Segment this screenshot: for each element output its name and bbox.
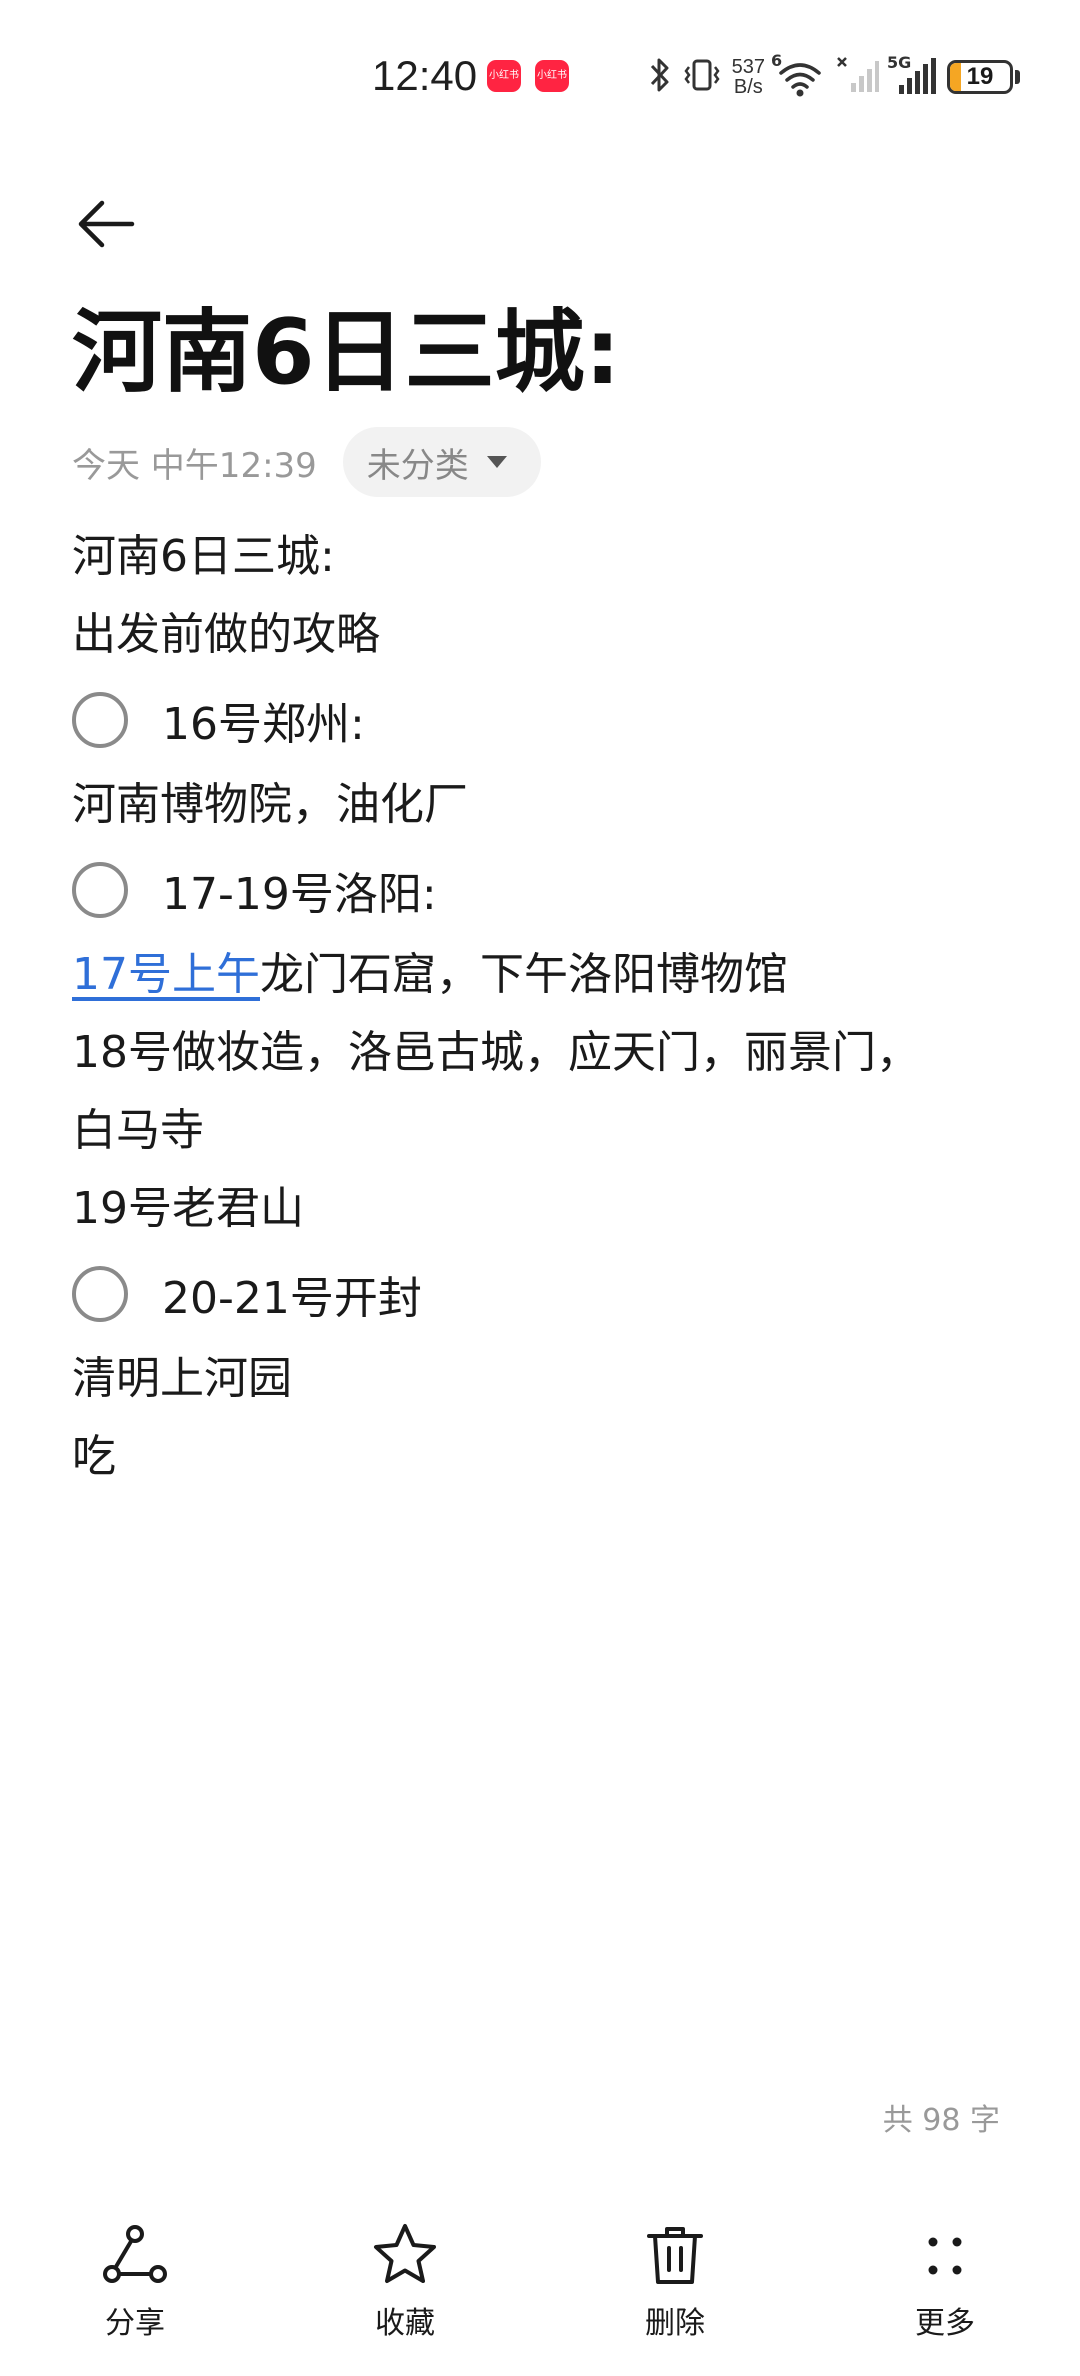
delete-button[interactable]: 删除: [540, 2200, 810, 2376]
checklist-item: 17-19号洛阳:: [72, 844, 1012, 936]
share-icon: [99, 2220, 171, 2292]
xiaohongshu-notification-icon: 小红书: [535, 60, 569, 92]
status-bar: 12:40 小红书 小红书 537 B/s 6 5G 19: [0, 0, 1080, 150]
note-title[interactable]: 河南6日三城:: [72, 298, 621, 408]
note-date: 今天 中午12:39: [72, 445, 317, 486]
bottom-toolbar: 分享 收藏 删除 更多: [0, 2200, 1080, 2376]
text-segment: 龙门石窟，下午洛阳博物馆: [260, 949, 788, 1000]
text-line: 19号老君山: [72, 1183, 304, 1234]
note-meta: 今天 中午12:39 未分类: [72, 426, 541, 498]
vibrate-icon: [682, 55, 722, 99]
network-speed-unit: B/s: [733, 76, 763, 98]
network-speed-value: 537: [731, 56, 765, 78]
more-label: 更多: [915, 2306, 975, 2341]
text-line: 17号上午龙门石窟，下午洛阳博物馆: [72, 936, 1012, 1014]
text-line: 出发前做的攻略: [72, 609, 380, 660]
signal-5g-icon: 5G: [887, 53, 937, 97]
checklist-item-label: 20-21号开封: [162, 1273, 422, 1324]
text-line: 吃: [72, 1431, 116, 1482]
category-dropdown[interactable]: 未分类: [342, 427, 541, 497]
text-line: 河南6日三城:: [72, 531, 335, 582]
date-link[interactable]: 17号上午: [72, 949, 260, 1000]
wifi-6-label: 6: [771, 51, 783, 70]
bluetooth-icon: [648, 55, 672, 99]
status-icons: 537 B/s 6 5G 19: [648, 51, 1020, 102]
checklist-item-label: 16号郑州:: [162, 699, 365, 750]
favorite-button[interactable]: 收藏: [270, 2200, 540, 2376]
more-button[interactable]: 更多: [810, 2200, 1080, 2376]
share-label: 分享: [105, 2306, 165, 2341]
more-dots-icon: [909, 2220, 981, 2292]
word-count: 共 98 字: [882, 2103, 1000, 2138]
text-line: 河南博物院，油化厂: [72, 779, 468, 830]
text-line: 18号做妆造，洛邑古城，应天门，丽景门，: [72, 1027, 920, 1078]
checklist-item-label: 17-19号洛阳:: [162, 869, 437, 920]
caret-down-icon: [486, 456, 507, 468]
favorite-label: 收藏: [375, 2306, 435, 2341]
arrow-left-icon: [74, 192, 138, 260]
checklist-item: 20-21号开封: [72, 1248, 1012, 1340]
network-speed: 537 B/s: [732, 57, 765, 97]
text-line: 白马寺: [72, 1105, 204, 1156]
checkbox-circle-icon[interactable]: [72, 1266, 128, 1322]
checklist-item: 16号郑州:: [72, 674, 1012, 766]
battery-icon: 19: [947, 60, 1013, 94]
wifi-icon: 6: [771, 51, 825, 97]
checkbox-circle-icon[interactable]: [72, 692, 128, 748]
note-body[interactable]: 河南6日三城: 出发前做的攻略 16号郑州: 河南博物院，油化厂 17-19号洛…: [72, 518, 1012, 1496]
back-button[interactable]: [60, 180, 152, 272]
delete-label: 删除: [645, 2306, 705, 2341]
checkbox-circle-icon[interactable]: [72, 862, 128, 918]
signal-5g-label: 5G: [887, 53, 912, 72]
star-icon: [369, 2220, 441, 2292]
xiaohongshu-notification-icon: 小红书: [487, 60, 521, 92]
status-time: 12:40: [372, 52, 478, 99]
battery-level: 19: [966, 63, 994, 90]
trash-icon: [639, 2220, 711, 2292]
category-label: 未分类: [366, 445, 469, 486]
battery-tip: [1015, 70, 1020, 84]
share-button[interactable]: 分享: [0, 2200, 270, 2376]
text-line: 清明上河园: [72, 1353, 292, 1404]
signal-none-icon: [835, 55, 879, 99]
